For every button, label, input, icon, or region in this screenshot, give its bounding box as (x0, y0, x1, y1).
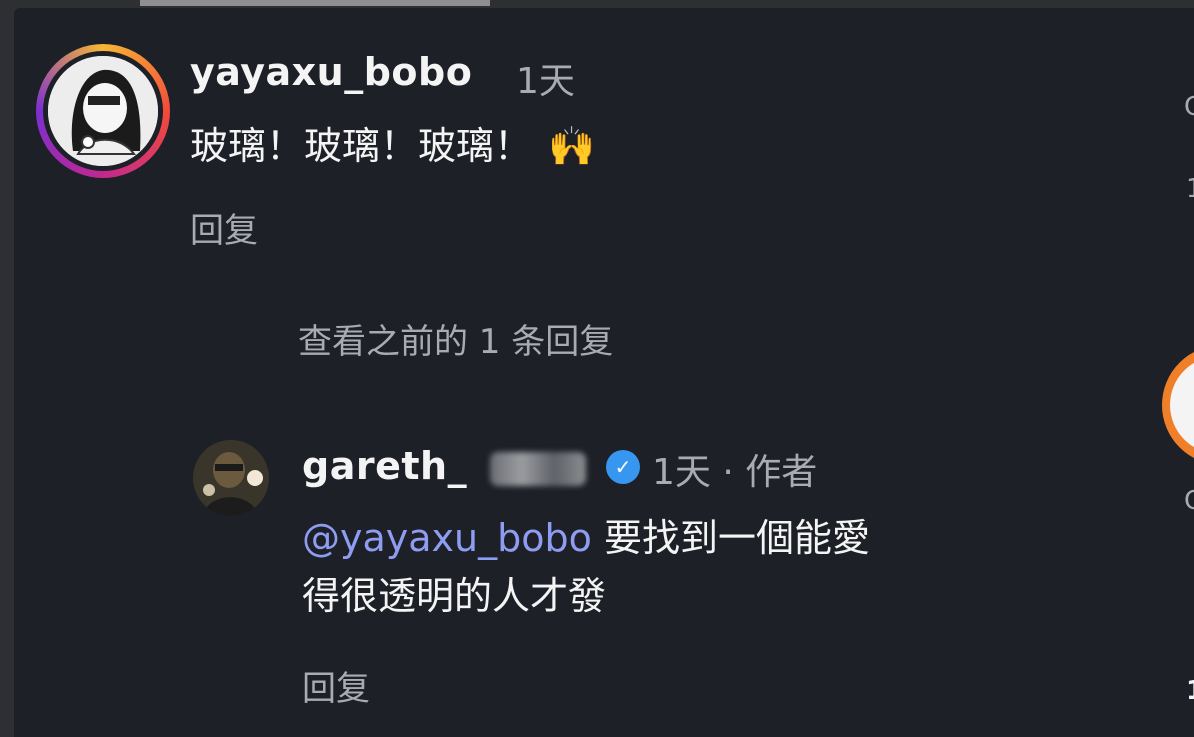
avatar-gareth[interactable] (193, 440, 269, 516)
verified-badge-icon: ✓ (606, 450, 640, 484)
comment-username[interactable]: yayaxu_bobo (190, 50, 472, 94)
edge-like-count: 1 (1186, 174, 1194, 204)
comment-text: 玻璃！玻璃！玻璃！ 🙌 (190, 117, 595, 175)
edge-like-count-2: 1 (1186, 676, 1194, 706)
comment-time: 1天 (516, 61, 575, 102)
edge-like-icon[interactable]: C (1184, 92, 1194, 122)
avatar-photo-icon (193, 440, 269, 516)
redacted-username-blur (490, 452, 586, 486)
reply-username[interactable]: gareth_ (302, 444, 467, 488)
reply-button[interactable]: 回复 (190, 203, 258, 252)
avatar-yayaxu[interactable] (48, 56, 158, 166)
mention-link[interactable]: @yayaxu_bobo (302, 516, 592, 560)
avatar-illustration-icon (48, 56, 158, 166)
video-top-strip (140, 0, 490, 6)
reply-text-line1: 要找到一個能愛 (591, 516, 870, 560)
raised-hands-emoji: 🙌 (548, 124, 596, 168)
reply-text: @yayaxu_bobo 要找到一個能愛 得很透明的人才發 (302, 509, 870, 625)
edge-like-icon-2[interactable]: C (1184, 486, 1194, 516)
view-previous-replies-link[interactable]: 查看之前的 1 条回复 (298, 314, 613, 363)
reply-button-2[interactable]: 回复 (302, 661, 370, 710)
comment-text-body: 玻璃！玻璃！玻璃！ (190, 124, 533, 168)
reply-meta: 1天 · 作者 (652, 452, 818, 493)
reply-text-line2: 得很透明的人才發 (302, 574, 607, 618)
